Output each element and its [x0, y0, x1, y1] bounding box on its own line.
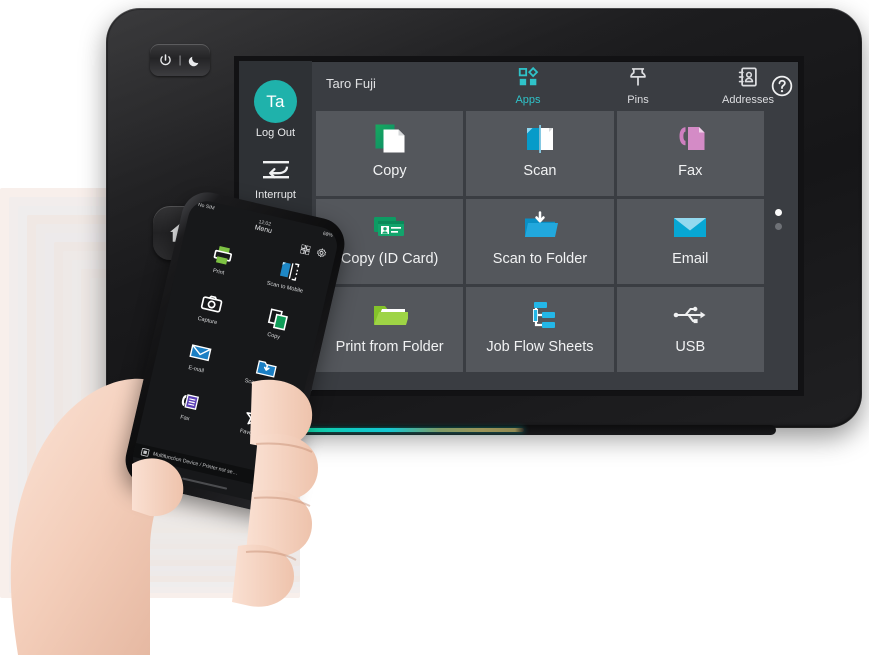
- page-dot[interactable]: [775, 223, 782, 230]
- tile-scan-to-folder[interactable]: Scan to Folder: [466, 199, 614, 284]
- scan-pages-icon: [522, 120, 558, 158]
- avatar[interactable]: Ta: [254, 80, 297, 123]
- page-dot-active[interactable]: [775, 209, 782, 216]
- tile-label: Scan: [523, 163, 557, 179]
- power-icon: [160, 53, 171, 65]
- nav-pins[interactable]: Pins: [602, 66, 674, 106]
- fax-handset-icon: [672, 120, 708, 158]
- copy-pages-icon: [372, 120, 408, 158]
- tile-label: Scan to Folder: [492, 251, 588, 267]
- screen-header: Taro Fuji Apps Pins Addresses: [312, 61, 799, 111]
- tile-row: Copy Scan Fax: [316, 111, 764, 196]
- logged-in-user: Taro Fuji: [326, 76, 376, 91]
- envelope-icon: [672, 208, 708, 246]
- usb-icon: [672, 296, 708, 334]
- apps-grid-icon: [518, 66, 539, 86]
- divider-icon: [179, 55, 181, 65]
- job-flow-icon: [522, 296, 558, 334]
- power-sleep-button[interactable]: [150, 44, 210, 76]
- tile-label: Copy: [372, 163, 407, 179]
- tile-email[interactable]: Email: [616, 199, 764, 284]
- nav-apps-label: Apps: [515, 94, 541, 106]
- address-book-icon: [738, 67, 757, 87]
- tile-job-flow-sheets[interactable]: Job Flow Sheets: [466, 287, 614, 372]
- nav-apps[interactable]: Apps: [492, 66, 564, 106]
- scan-to-folder-icon: [522, 208, 558, 246]
- interrupt-icon[interactable]: [261, 158, 291, 184]
- tile-scan[interactable]: Scan: [466, 111, 614, 196]
- tile-label: USB: [675, 339, 706, 355]
- pin-icon: [630, 68, 646, 86]
- page-indicator[interactable]: [775, 209, 785, 237]
- help-question-icon[interactable]: [771, 75, 793, 97]
- logout-label[interactable]: Log Out: [239, 127, 312, 139]
- tile-usb[interactable]: USB: [616, 287, 764, 372]
- hand-holding-phone: No SIM 12:02 68% Menu Print Scan to Mobi…: [0, 187, 400, 655]
- tile-label: Email: [672, 251, 709, 267]
- nav-pins-label: Pins: [627, 94, 649, 106]
- moon-icon: [188, 56, 199, 66]
- hand-fingers-front: [132, 379, 318, 607]
- tile-label: Fax: [678, 163, 703, 179]
- tile-copy[interactable]: Copy: [316, 111, 464, 196]
- tile-label: Job Flow Sheets: [486, 339, 594, 355]
- tile-fax[interactable]: Fax: [616, 111, 764, 196]
